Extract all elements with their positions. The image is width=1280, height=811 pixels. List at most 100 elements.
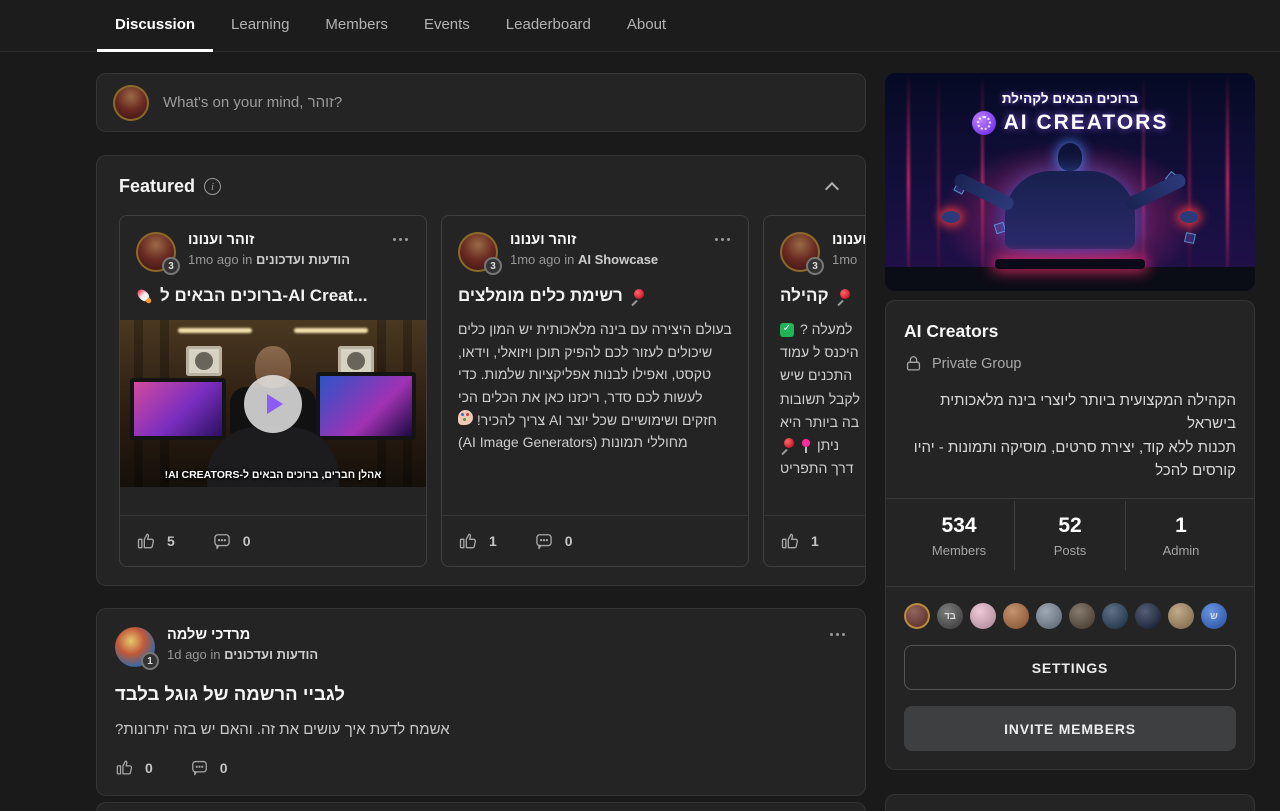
banner-figure-hand — [942, 211, 960, 223]
play-button[interactable] — [244, 375, 302, 433]
post-composer[interactable]: What's on your mind, זוהר? — [96, 73, 866, 132]
monitor-left — [130, 378, 226, 440]
level-badge: 3 — [484, 257, 502, 275]
comment-icon[interactable] — [190, 758, 209, 777]
post-author[interactable]: מרדכי שלמה — [167, 627, 318, 643]
post-meta: 1mo ago in הודעות ועדכונים — [188, 252, 350, 267]
post-category[interactable]: AI Showcase — [578, 252, 658, 267]
more-options-icon[interactable] — [828, 627, 847, 642]
banner-figure-body — [1005, 171, 1135, 249]
stat-posts[interactable]: 52 Posts — [1014, 501, 1125, 570]
featured-card-community[interactable]: 3 זוהר וענונו 1mo קהילה — [763, 215, 865, 567]
lock-icon — [904, 354, 923, 373]
rocket-emoji-icon — [132, 286, 156, 306]
post-title[interactable]: קהילה — [764, 286, 865, 306]
post-author[interactable]: זוהר וענונו — [188, 232, 350, 248]
post-meta: 1d ago in הודעות ועדכונים — [167, 647, 318, 662]
tab-members[interactable]: Members — [307, 0, 406, 52]
body-fragment: דרך התפריט — [780, 457, 854, 480]
more-options-icon[interactable] — [391, 232, 410, 247]
post-title[interactable]: לגביי הרשמה של גוגל בלבד — [115, 683, 847, 705]
featured-card-tools[interactable]: 3 זוהר וענונו 1mo ago in AI Showcase — [441, 215, 749, 567]
member-avatar[interactable] — [1036, 603, 1062, 629]
member-avatar[interactable]: בד — [937, 603, 963, 629]
like-count: 5 — [167, 533, 175, 549]
stat-admins[interactable]: 1 Admin — [1125, 501, 1236, 570]
like-icon[interactable] — [780, 531, 800, 551]
stat-label: Posts — [1015, 543, 1125, 558]
comment-icon[interactable] — [212, 531, 232, 551]
comment-icon[interactable] — [534, 531, 554, 551]
post-time: 1mo ago in — [510, 252, 574, 267]
chevron-up-icon[interactable] — [825, 181, 839, 195]
post-category[interactable]: הודעות ועדכונים — [224, 647, 318, 662]
post-title-text: ברוכים הבאים ל-AI Creat... — [160, 286, 367, 306]
member-avatars-row: בד ש — [904, 603, 1236, 629]
member-avatar[interactable] — [1069, 603, 1095, 629]
member-avatar[interactable]: ש — [1201, 603, 1227, 629]
group-banner-image[interactable]: ברוכים הבאים לקהילת AI CREATORS — [885, 73, 1255, 291]
tab-events[interactable]: Events — [406, 0, 488, 52]
settings-button[interactable]: SETTINGS — [904, 645, 1236, 690]
stat-members[interactable]: 534 Members — [904, 501, 1014, 570]
sidebar: ברוכים הבאים לקהילת AI CREATORS AI Creat… — [885, 73, 1255, 811]
tab-label: Discussion — [115, 16, 195, 33]
post-author[interactable]: זוהר וענונו — [832, 232, 865, 248]
banner-welcome-text: ברוכים הבאים לקהילת — [885, 91, 1255, 106]
tab-label: Leaderboard — [506, 16, 591, 33]
stat-value: 52 — [1015, 514, 1125, 538]
member-avatar[interactable] — [1135, 603, 1161, 629]
post-title[interactable]: ברוכים הבאים ל-AI Creat... — [120, 286, 426, 306]
invite-members-button[interactable]: INVITE MEMBERS — [904, 706, 1236, 751]
avatar[interactable]: 3 — [780, 232, 820, 272]
body-fragment: היכנס ל עמוד — [780, 341, 859, 364]
tab-label: Events — [424, 16, 470, 33]
body-fragment: ניתן — [817, 434, 839, 457]
privacy-label: Private Group — [932, 356, 1021, 372]
avatar[interactable]: 3 — [458, 232, 498, 272]
composer-placeholder: What's on your mind, זוהר? — [163, 94, 342, 111]
member-avatar[interactable] — [1168, 603, 1194, 629]
post-time: 1d ago in — [167, 647, 221, 662]
like-icon[interactable] — [136, 531, 156, 551]
group-description: הקהילה המקצועית ביותר ליוצרי בינה מלאכות… — [904, 389, 1236, 482]
tab-label: About — [627, 16, 666, 33]
group-name[interactable]: AI Creators — [904, 321, 1236, 342]
tab-learning[interactable]: Learning — [213, 0, 307, 52]
pushpin-emoji-icon — [630, 289, 645, 304]
post-body-text: מחוללי תמונות (AI Image Generators) — [458, 434, 688, 450]
post-title[interactable]: רשימת כלים מומלצים — [442, 286, 748, 306]
info-icon[interactable]: i — [204, 178, 221, 195]
featured-title: Featured — [119, 176, 195, 197]
like-icon[interactable] — [458, 531, 478, 551]
feed-post[interactable]: 1 מרדכי שלמה 1d ago in הודעות ועדכונים ל… — [96, 608, 866, 796]
video-thumbnail[interactable]: אהלן חברים, ברוכים הבאים ל-AI CREATORS! — [120, 320, 426, 487]
tab-label: Learning — [231, 16, 289, 33]
comment-count: 0 — [220, 760, 228, 776]
stat-label: Members — [904, 543, 1014, 558]
tab-discussion[interactable]: Discussion — [97, 0, 213, 52]
video-caption: אהלן חברים, ברוכים הבאים ל-AI CREATORS! — [120, 469, 426, 481]
post-category[interactable]: הודעות ועדכונים — [256, 252, 350, 267]
post-body-text: בעולם היצירה עם בינה מלאכותית יש המון כל… — [458, 321, 732, 428]
post-time: 1mo ago in — [188, 252, 252, 267]
avatar[interactable]: 1 — [115, 627, 155, 667]
current-user-avatar[interactable] — [113, 85, 149, 121]
comment-count: 0 — [565, 533, 573, 549]
member-avatar[interactable] — [1102, 603, 1128, 629]
member-avatar[interactable] — [1003, 603, 1029, 629]
like-icon[interactable] — [115, 758, 134, 777]
tab-about[interactable]: About — [609, 0, 684, 52]
avatar[interactable]: 3 — [136, 232, 176, 272]
featured-card-welcome[interactable]: 3 זוהר וענונו 1mo ago in הודעות ועדכונים — [119, 215, 427, 567]
tab-leaderboard[interactable]: Leaderboard — [488, 0, 609, 52]
more-options-icon[interactable] — [713, 232, 732, 247]
level-badge: 1 — [141, 652, 159, 670]
body-fragment: בה ביותר היא — [780, 411, 859, 434]
post-author[interactable]: זוהר וענונו — [510, 232, 658, 248]
speaker — [186, 346, 222, 376]
member-avatar[interactable] — [904, 603, 930, 629]
member-avatar[interactable] — [970, 603, 996, 629]
like-count: 1 — [811, 533, 819, 549]
featured-section: Featured i 3 זוהר וענונו 1mo ago in — [96, 155, 866, 586]
